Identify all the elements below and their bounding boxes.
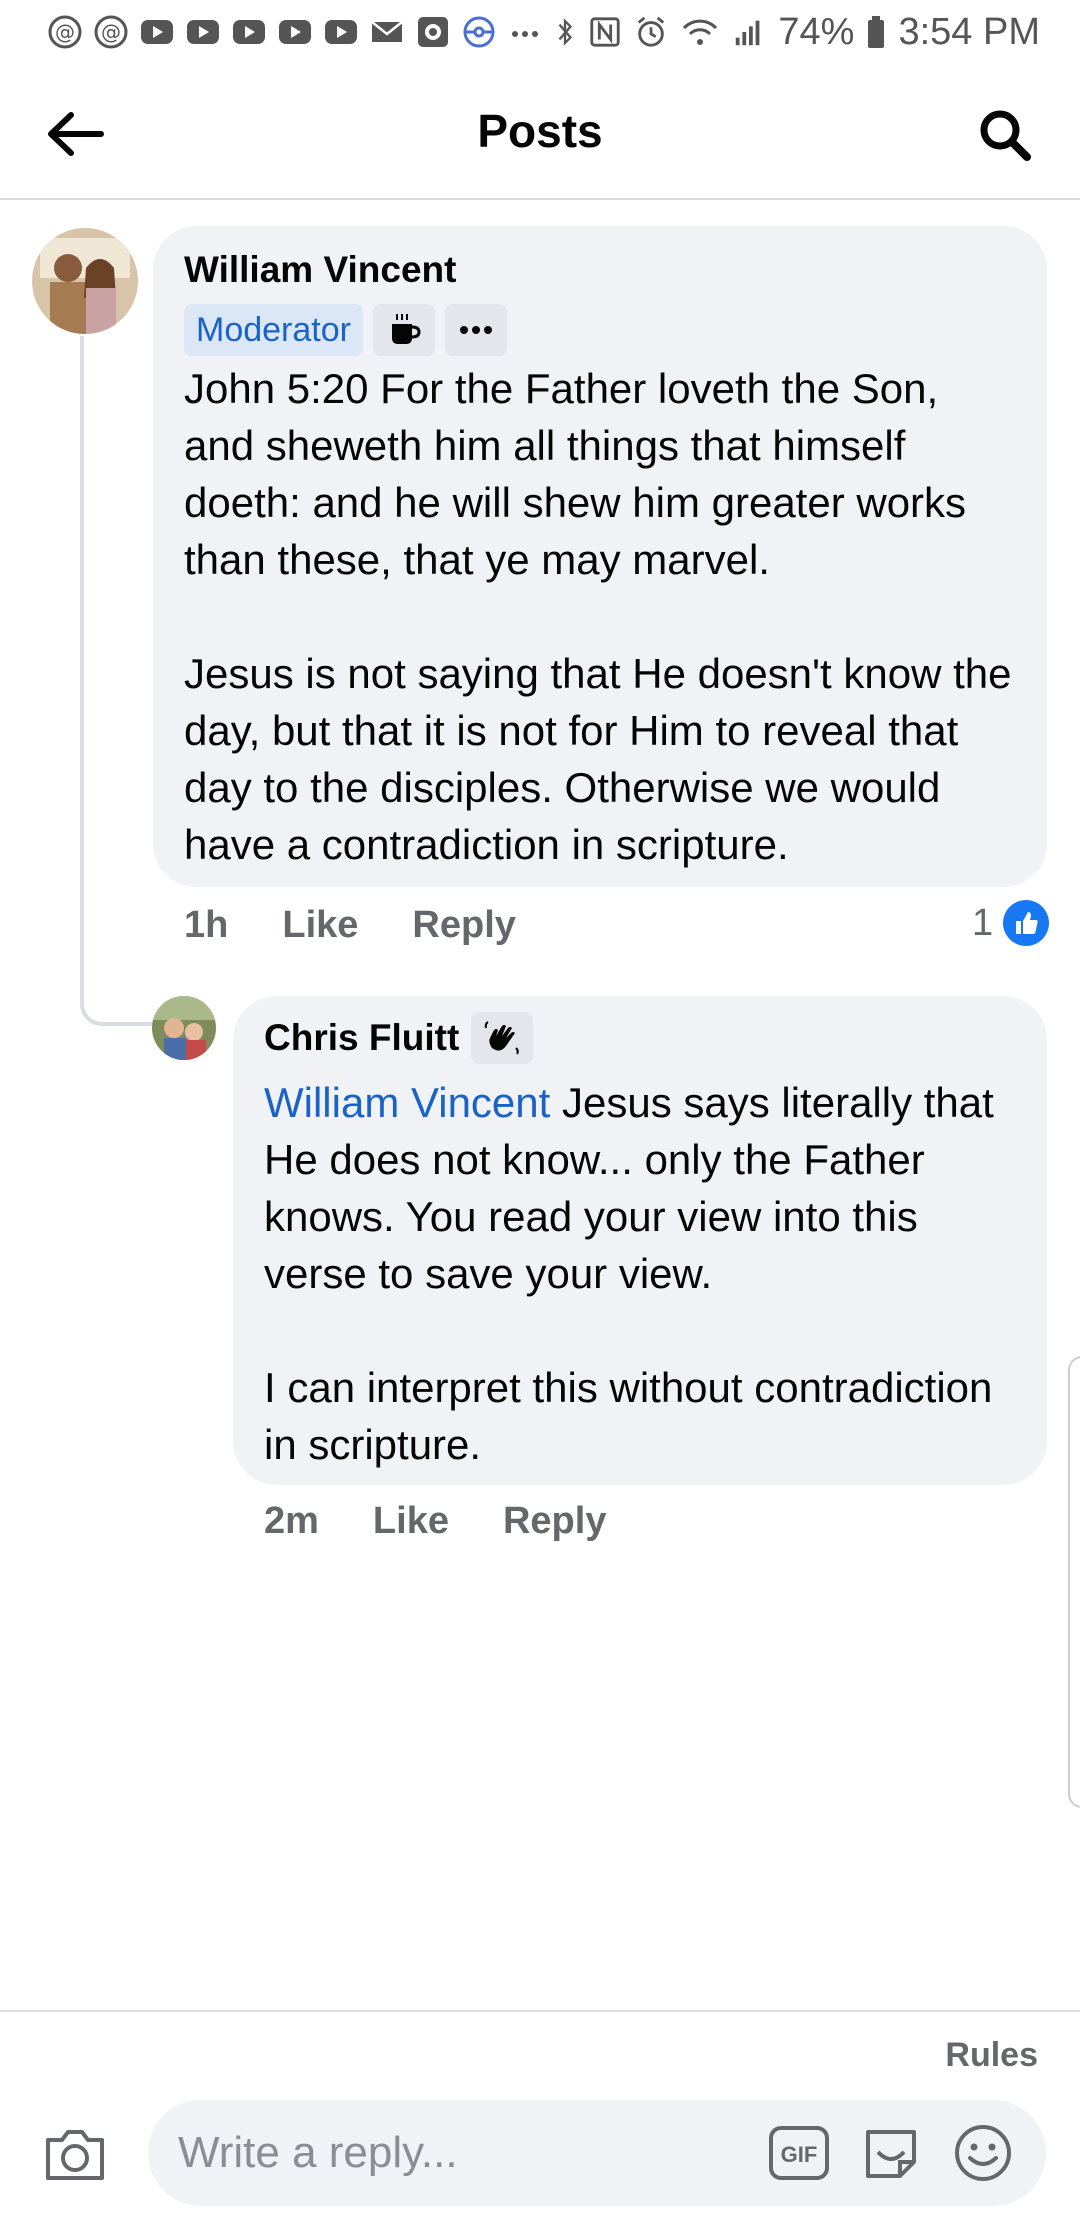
reaction-count: 1 bbox=[972, 901, 994, 944]
comment-author-name[interactable]: Chris Fluitt bbox=[264, 1016, 459, 1060]
reaction-summary[interactable]: 1 bbox=[972, 900, 1050, 946]
gif-label: GIF bbox=[781, 2142, 818, 2167]
app-header: Posts bbox=[0, 64, 1080, 200]
wifi-icon bbox=[683, 19, 718, 45]
svg-text:@: @ bbox=[55, 20, 75, 44]
page-title: Posts bbox=[477, 105, 603, 157]
reply-button[interactable]: Reply bbox=[503, 1500, 606, 1543]
mail-icon bbox=[368, 13, 406, 51]
coffee-icon bbox=[391, 314, 421, 344]
more-dots-icon bbox=[459, 326, 492, 334]
bluetooth-icon bbox=[559, 18, 573, 46]
avatar-william-vincent[interactable] bbox=[32, 228, 138, 334]
emoji-button[interactable] bbox=[950, 2120, 1016, 2186]
svg-text:@: @ bbox=[101, 20, 121, 44]
more-badges-button[interactable] bbox=[444, 304, 507, 356]
comment-timestamp[interactable]: 1h bbox=[184, 904, 228, 947]
comment-author: Chris Fluitt bbox=[264, 1012, 1017, 1064]
waving-hand-icon bbox=[485, 1021, 520, 1055]
avatar-chris-fluitt[interactable] bbox=[152, 996, 216, 1060]
mention-link[interactable]: William Vincent bbox=[264, 1079, 550, 1126]
thumbs-up-icon bbox=[1003, 900, 1050, 946]
camera-icon bbox=[46, 2130, 104, 2180]
signal-icon bbox=[736, 20, 760, 46]
notification-icons: @ @ bbox=[46, 13, 544, 51]
comment-bubble-william-vincent[interactable]: William Vincent Moderator John 5:20 For … bbox=[153, 226, 1047, 887]
youtube-icon bbox=[322, 13, 360, 51]
camera-button[interactable] bbox=[40, 2120, 110, 2190]
like-button[interactable]: Like bbox=[373, 1500, 449, 1543]
youtube-icon bbox=[230, 13, 268, 51]
gif-icon: GIF bbox=[769, 2126, 829, 2180]
moderator-badge[interactable]: Moderator bbox=[184, 304, 363, 356]
youtube-icon bbox=[276, 13, 314, 51]
emoji-icon bbox=[955, 2125, 1011, 2181]
comment-actions: 1h Like Reply bbox=[184, 904, 570, 947]
youtube-icon bbox=[184, 13, 222, 51]
comment-timestamp[interactable]: 2m bbox=[264, 1500, 319, 1543]
clock: 3:54 PM bbox=[898, 10, 1040, 53]
sticker-button[interactable] bbox=[858, 2120, 924, 2186]
system-status: 74% 3:54 PM bbox=[554, 11, 1040, 54]
comment-actions: 2m Like Reply bbox=[264, 1500, 660, 1543]
reply-button[interactable]: Reply bbox=[412, 904, 515, 947]
footer-divider bbox=[0, 2010, 1080, 2012]
gif-button[interactable]: GIF bbox=[766, 2120, 832, 2186]
comment-author[interactable]: William Vincent bbox=[184, 248, 1017, 292]
alarm-icon bbox=[638, 16, 665, 47]
nfc-icon bbox=[590, 17, 621, 47]
rules-link[interactable]: Rules bbox=[945, 2036, 1038, 2075]
author-badge[interactable] bbox=[471, 1012, 534, 1064]
reply-placeholder[interactable]: Write a reply... bbox=[178, 2128, 740, 2178]
status-bar: @ @ 74% 3:54 PM bbox=[0, 0, 1080, 64]
sticker-icon bbox=[866, 2130, 916, 2178]
search-button[interactable] bbox=[972, 102, 1038, 168]
comment-text: William Vincent Jesus says literally tha… bbox=[264, 1074, 1017, 1473]
reply-thread-line bbox=[80, 336, 158, 1026]
more-dots-icon bbox=[506, 13, 544, 51]
search-icon bbox=[980, 110, 1031, 161]
battery-icon bbox=[868, 16, 885, 48]
like-button[interactable]: Like bbox=[282, 904, 358, 947]
photo-icon bbox=[414, 13, 452, 51]
threads-icon: @ bbox=[46, 13, 84, 51]
pokeball-icon bbox=[460, 13, 498, 51]
comment-bubble-chris-fluitt[interactable]: Chris Fluitt William Vincent Jesus says … bbox=[233, 996, 1047, 1485]
scroll-indicator[interactable] bbox=[1068, 1356, 1080, 1808]
reply-input[interactable]: Write a reply... GIF bbox=[148, 2100, 1046, 2206]
comment-body: Jesus says literally that He does not kn… bbox=[264, 1079, 994, 1468]
author-badges: Moderator bbox=[184, 304, 1017, 356]
battery-percent: 74% bbox=[778, 10, 855, 53]
youtube-icon bbox=[138, 13, 176, 51]
comment-text: John 5:20 For the Father loveth the Son,… bbox=[184, 365, 1012, 868]
threads-icon: @ bbox=[92, 13, 130, 51]
coffee-badge[interactable] bbox=[372, 304, 435, 356]
